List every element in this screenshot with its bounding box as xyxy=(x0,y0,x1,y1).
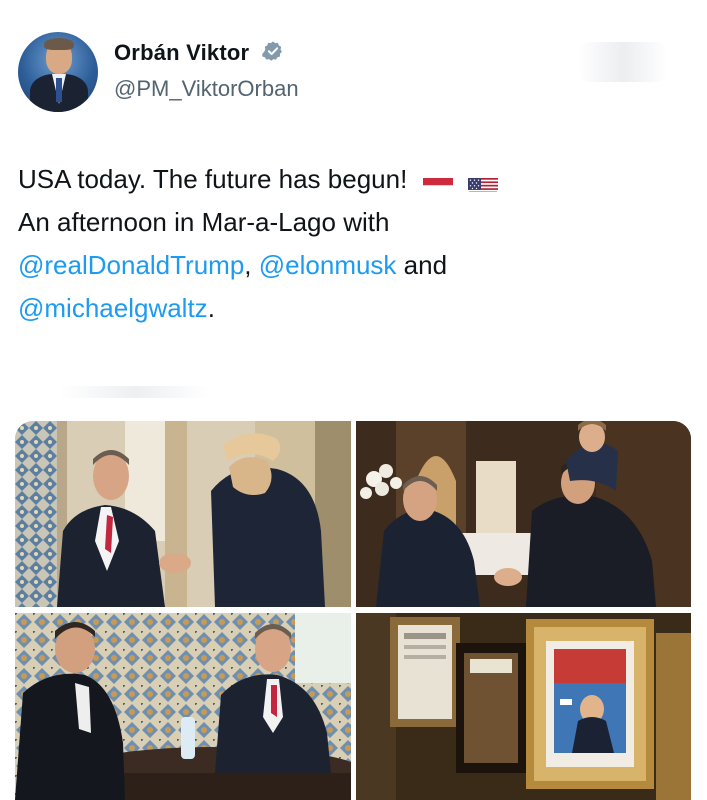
tweet-line-1-text: USA today. The future has begun! xyxy=(18,164,408,194)
tweet-line-3: @realDonaldTrump, @elonmusk and xyxy=(18,244,688,287)
mention-elonmusk[interactable]: @elonmusk xyxy=(259,250,397,280)
tweet-line-4: @michaelgwaltz. xyxy=(18,287,688,330)
verified-badge-icon xyxy=(261,40,284,62)
tweet-header: Orbán Viktor @PM_ViktorOrban xyxy=(18,32,688,116)
tweet-text: USA today. The future has begun! An afte… xyxy=(18,158,688,330)
tweet-line-1: USA today. The future has begun! xyxy=(18,158,688,201)
tweet-end-period: . xyxy=(207,293,215,323)
hungary-flag-icon xyxy=(422,170,453,192)
tweet-line-2: An afternoon in Mar-a-Lago with xyxy=(18,207,390,237)
framed-pictures-photo[interactable] xyxy=(356,613,691,800)
handshake-photo[interactable] xyxy=(15,421,351,607)
greeting-photo[interactable] xyxy=(356,421,691,607)
author-handle[interactable]: @PM_ViktorOrban xyxy=(114,76,299,102)
mention-realdonaldtrump[interactable]: @realDonaldTrump xyxy=(18,250,244,280)
author-name-row[interactable]: Orbán Viktor xyxy=(114,40,284,66)
avatar[interactable] xyxy=(18,32,98,112)
mention-michaelgwaltz[interactable]: @michaelgwaltz xyxy=(18,293,208,323)
faded-text-artifact xyxy=(60,386,210,398)
media-grid xyxy=(15,421,691,800)
follow-button-ghost xyxy=(578,42,668,82)
usa-flag-icon xyxy=(467,170,498,192)
author-display-name[interactable]: Orbán Viktor xyxy=(114,40,249,65)
meeting-table-photo[interactable] xyxy=(15,613,351,800)
mention-separator: , xyxy=(244,250,252,280)
mention-conjunction: and xyxy=(403,250,448,280)
